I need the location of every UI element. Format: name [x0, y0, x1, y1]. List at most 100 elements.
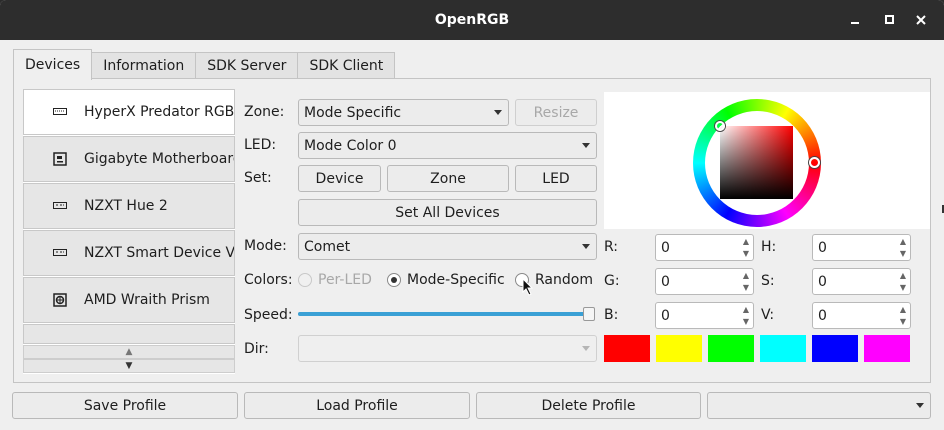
tab-label: SDK Server: [207, 58, 287, 74]
blue-value: 0: [661, 307, 670, 324]
save-profile-label: Save Profile: [83, 397, 167, 414]
tab-information[interactable]: Information: [91, 52, 197, 79]
window-title: OpenRGB: [434, 12, 510, 28]
fan-cooler-icon: [53, 293, 67, 307]
mode-specific-radio[interactable]: [387, 273, 401, 287]
zone-label: Zone:: [244, 104, 285, 120]
delete-profile-label: Delete Profile: [541, 397, 636, 414]
led-controller-icon: [53, 202, 67, 210]
device-item-nzxt-hue-2[interactable]: NZXT Hue 2: [23, 183, 235, 229]
set-device-button[interactable]: Device: [298, 165, 381, 192]
set-all-devices-button[interactable]: Set All Devices: [298, 199, 597, 226]
h-label: H:: [761, 239, 777, 255]
device-label: Gigabyte Motherboard: [84, 151, 235, 167]
load-profile-button[interactable]: Load Profile: [244, 392, 470, 419]
saturation-value-square[interactable]: [720, 126, 793, 199]
maximize-icon[interactable]: [880, 10, 900, 30]
value-value: 0: [818, 307, 827, 324]
set-all-label: Set All Devices: [395, 204, 500, 221]
green-value: 0: [661, 273, 670, 290]
delete-profile-button[interactable]: Delete Profile: [476, 392, 701, 419]
saturation-value: 0: [818, 273, 827, 290]
tab-label: Information: [103, 58, 185, 74]
device-label: HyperX Predator RGB: [84, 104, 235, 120]
led-select[interactable]: Mode Color 0: [298, 132, 597, 159]
device-item-partial: [23, 324, 235, 344]
speed-slider-handle[interactable]: [583, 307, 595, 321]
device-item-gigabyte-motherboard[interactable]: Gigabyte Motherboard: [23, 136, 235, 182]
direction-select[interactable]: [298, 335, 597, 362]
resize-button-label: Resize: [533, 104, 579, 121]
value-spinbox[interactable]: 0 ▲ ▼: [812, 302, 911, 329]
per-led-radio[interactable]: [298, 273, 312, 287]
tab-label: SDK Client: [309, 58, 384, 74]
hue-value: 0: [818, 239, 827, 256]
dir-label: Dir:: [244, 341, 269, 357]
speed-label: Speed:: [244, 307, 293, 323]
tab-devices[interactable]: Devices: [13, 49, 93, 80]
color-swatch[interactable]: [812, 335, 858, 362]
scroll-up-button[interactable]: ▲: [23, 345, 235, 359]
device-item-amd-wraith-prism[interactable]: AMD Wraith Prism: [23, 277, 235, 323]
green-spinbox[interactable]: 0 ▲ ▼: [655, 268, 754, 295]
spin-arrows-icon[interactable]: ▲ ▼: [739, 303, 753, 328]
spin-arrows-icon[interactable]: ▲ ▼: [896, 303, 910, 328]
led-select-value: Mode Color 0: [304, 137, 397, 154]
spin-arrows-icon[interactable]: ▲ ▼: [896, 235, 910, 260]
set-device-label: Device: [315, 170, 364, 187]
device-label: AMD Wraith Prism: [84, 292, 210, 308]
device-item-nzxt-smart-device[interactable]: NZXT Smart Device V2: [23, 230, 235, 276]
motherboard-icon: [53, 152, 67, 166]
scroll-down-button[interactable]: ▼: [23, 359, 235, 373]
hue-picker-handle[interactable]: [809, 157, 820, 168]
resize-button[interactable]: Resize: [515, 99, 597, 126]
color-swatch[interactable]: [864, 335, 910, 362]
spin-arrows-icon[interactable]: ▲ ▼: [739, 269, 753, 294]
color-swatch[interactable]: [760, 335, 806, 362]
hue-spinbox[interactable]: 0 ▲ ▼: [812, 234, 911, 261]
chevron-down-icon: [916, 403, 924, 408]
color-swatch[interactable]: [656, 335, 702, 362]
led-controller-icon: [53, 249, 67, 257]
device-item-hyperx-predator[interactable]: HyperX Predator RGB: [23, 89, 235, 135]
set-led-button[interactable]: LED: [515, 165, 597, 192]
random-label: Random: [535, 272, 593, 288]
led-label: LED:: [244, 137, 277, 153]
title-bar: OpenRGB: [0, 0, 944, 40]
v-label: V:: [761, 307, 775, 323]
speed-slider-fill: [298, 312, 589, 316]
chevron-down-icon: ▼: [125, 361, 133, 371]
minimize-icon[interactable]: [846, 10, 866, 30]
set-zone-button[interactable]: Zone: [387, 165, 509, 192]
save-profile-button[interactable]: Save Profile: [12, 392, 238, 419]
zone-select[interactable]: Mode Specific: [298, 99, 509, 126]
mode-label: Mode:: [244, 238, 287, 254]
profile-select[interactable]: [707, 392, 931, 419]
tab-sdk-server[interactable]: SDK Server: [195, 52, 299, 79]
red-value: 0: [661, 239, 670, 256]
g-label: G:: [604, 273, 620, 289]
spin-arrows-icon[interactable]: ▲ ▼: [739, 235, 753, 260]
b-label: B:: [604, 307, 619, 323]
tab-sdk-client[interactable]: SDK Client: [297, 52, 396, 79]
chevron-down-icon: [494, 110, 502, 115]
r-label: R:: [604, 239, 619, 255]
device-label: NZXT Smart Device V2: [84, 245, 235, 261]
color-swatch[interactable]: [604, 335, 650, 362]
openrgb-window: OpenRGB Devices Information SDK Server S…: [0, 0, 944, 430]
s-label: S:: [761, 273, 775, 289]
color-swatch[interactable]: [708, 335, 754, 362]
spin-arrows-icon[interactable]: ▲ ▼: [896, 269, 910, 294]
saturation-spinbox[interactable]: 0 ▲ ▼: [812, 268, 911, 295]
chevron-down-icon: [582, 346, 590, 351]
mode-select[interactable]: Comet: [298, 233, 597, 260]
tab-label: Devices: [25, 57, 81, 73]
chevron-up-icon: ▲: [125, 347, 133, 357]
mode-select-value: Comet: [304, 238, 351, 255]
set-label: Set:: [244, 170, 272, 186]
sv-picker-handle[interactable]: [715, 121, 725, 131]
blue-spinbox[interactable]: 0 ▲ ▼: [655, 302, 754, 329]
red-spinbox[interactable]: 0 ▲ ▼: [655, 234, 754, 261]
per-led-label: Per-LED: [318, 272, 372, 288]
close-icon[interactable]: [911, 10, 931, 30]
